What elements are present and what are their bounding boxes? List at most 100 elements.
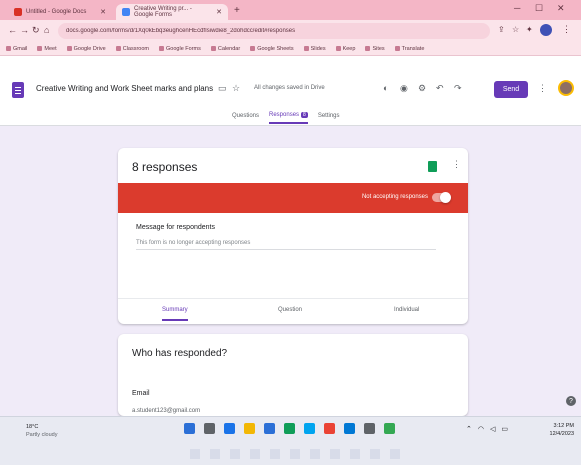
settings-gear-icon[interactable]: ⚙ — [418, 83, 426, 94]
taskbar-app-icon[interactable] — [364, 423, 375, 434]
palette-icon[interactable]: ◐ — [383, 83, 388, 93]
window-close-icon[interactable]: ✕ — [557, 3, 565, 14]
user-avatar[interactable] — [558, 80, 574, 96]
bookmark-item[interactable]: Google Drive — [67, 46, 106, 52]
tab-title: Creative Writing pr... - Google Forms — [134, 6, 192, 18]
weather-desc: Partly cloudy — [26, 432, 58, 438]
url-text: docs.google.com/forms/d/1Xq0kEbq3eughcen… — [66, 28, 296, 34]
tab-questions[interactable]: Questions — [232, 112, 259, 124]
close-tab-icon[interactable]: ✕ — [216, 8, 222, 16]
tab-responses-label: Responses — [269, 112, 300, 118]
kebab-menu-icon[interactable]: ⋮ — [562, 24, 571, 35]
respondent-email: a.student123@gmail.com — [132, 408, 201, 414]
profile-avatar[interactable] — [540, 24, 552, 36]
folder-icon[interactable]: ▭ — [218, 83, 227, 94]
taskbar-app-icon[interactable] — [304, 423, 315, 434]
clock-date: 12/4/2023 — [549, 431, 574, 437]
bookmark-item[interactable]: Meet — [37, 46, 56, 52]
screen-reflection — [190, 449, 410, 459]
address-bar[interactable]: docs.google.com/forms/d/1Xq0kEbq3eughcen… — [58, 23, 490, 39]
save-status: All changes saved in Drive — [254, 85, 325, 91]
windows-start-icon[interactable] — [184, 423, 195, 434]
bookmark-item[interactable]: Google Forms — [159, 46, 201, 52]
system-tray: ⌃ ◠ ◁ ▭ — [466, 425, 508, 433]
taskbar-app-icon[interactable] — [324, 423, 335, 434]
windows-taskbar: 18°C Partly cloudy ⌃ ◠ ◁ ▭ 3:12 PM 12/4/… — [0, 416, 581, 465]
chevron-up-icon[interactable]: ⌃ — [466, 425, 472, 433]
taskbar-apps — [184, 423, 395, 434]
tab-summary[interactable]: Summary — [162, 307, 188, 321]
more-vert-icon[interactable]: ⋮ — [538, 83, 547, 94]
bookmarks-bar: Gmail Meet Google Drive Classroom Google… — [0, 42, 581, 56]
toggle-knob — [440, 192, 451, 203]
bookmark-item[interactable]: Translate — [395, 46, 425, 52]
form-title[interactable]: Creative Writing and Work Sheet marks an… — [36, 84, 213, 93]
form-tabs: Questions Responses 8 Settings — [232, 112, 340, 124]
taskbar-app-icon[interactable] — [244, 423, 255, 434]
extensions-icon[interactable]: ✦ — [526, 25, 533, 34]
volume-icon[interactable]: ◁ — [490, 425, 495, 433]
send-button[interactable]: Send — [494, 81, 528, 98]
bookmark-item[interactable]: Gmail — [6, 46, 27, 52]
taskbar-clock[interactable]: 3:12 PM 12/4/2023 — [544, 422, 574, 438]
bookmark-item[interactable]: Calendar — [211, 46, 240, 52]
bookmark-item[interactable]: Slides — [304, 46, 326, 52]
browser-toolbar: ← → ↻ ⌂ docs.google.com/forms/d/1Xq0kEbq… — [0, 20, 581, 42]
lock-icon[interactable]: ⌂ — [44, 25, 49, 35]
docs-favicon-icon — [14, 8, 22, 16]
responses-card: 8 responses ⋮ Not accepting responses Me… — [118, 148, 468, 324]
bookmark-item[interactable]: Classroom — [116, 46, 149, 52]
bookmark-item[interactable]: Keep — [336, 46, 356, 52]
accepting-responses-bar: Not accepting responses — [118, 183, 468, 213]
taskbar-app-icon[interactable] — [204, 423, 215, 434]
who-responded-title: Who has responded? — [132, 348, 228, 359]
taskbar-app-icon[interactable] — [384, 423, 395, 434]
weather-temp: 18°C — [26, 424, 39, 430]
forward-icon[interactable]: → — [20, 25, 29, 35]
star-icon[interactable]: ☆ — [232, 83, 240, 94]
email-label: Email — [132, 390, 150, 397]
preview-eye-icon[interactable]: ◉ — [400, 83, 408, 94]
sheets-icon[interactable] — [428, 161, 437, 172]
reload-icon[interactable]: ↻ — [32, 25, 40, 36]
help-icon[interactable]: ? — [566, 396, 576, 406]
undo-icon[interactable]: ↶ — [436, 83, 444, 94]
tab-responses[interactable]: Responses 8 — [269, 112, 308, 124]
tab-settings[interactable]: Settings — [318, 112, 340, 124]
back-icon[interactable]: ← — [8, 25, 17, 35]
weather-widget[interactable]: 18°C Partly cloudy — [26, 423, 76, 439]
tab-question[interactable]: Question — [278, 307, 302, 313]
message-for-respondents-title: Message for respondents — [136, 224, 215, 231]
taskbar-app-icon[interactable] — [264, 423, 275, 434]
close-tab-icon[interactable]: ✕ — [100, 8, 106, 16]
browser-tab-strip: Untitled - Google Docs ✕ Creative Writin… — [0, 0, 581, 20]
forms-logo-icon[interactable] — [12, 82, 24, 98]
forms-favicon-icon — [122, 8, 130, 16]
responses-count: 8 responses — [132, 160, 198, 174]
taskbar-app-icon[interactable] — [224, 423, 235, 434]
accepting-responses-toggle[interactable] — [432, 192, 451, 203]
battery-icon[interactable]: ▭ — [501, 425, 508, 433]
bookmark-star-icon[interactable]: ☆ — [512, 25, 519, 34]
wifi-icon[interactable]: ◠ — [478, 425, 484, 433]
who-responded-card: Who has responded? Email a.student123@gm… — [118, 334, 468, 416]
window-minimize-icon[interactable]: ─ — [514, 3, 520, 13]
window-maximize-icon[interactable]: ☐ — [535, 3, 543, 14]
browser-tab-docs[interactable]: Untitled - Google Docs ✕ — [8, 4, 112, 20]
accepting-responses-label: Not accepting responses — [361, 194, 428, 200]
new-tab-button[interactable]: + — [234, 5, 240, 16]
tab-title: Untitled - Google Docs — [26, 9, 87, 15]
response-view-tabs: Summary Question Individual — [118, 298, 468, 324]
bookmark-item[interactable]: Google Sheets — [250, 46, 293, 52]
redo-icon[interactable]: ↷ — [454, 83, 462, 94]
clock-time: 3:12 PM — [553, 423, 574, 429]
more-vert-icon[interactable]: ⋮ — [452, 159, 461, 170]
taskbar-app-icon[interactable] — [344, 423, 355, 434]
taskbar-app-icon[interactable] — [284, 423, 295, 434]
message-for-respondents-input[interactable]: This form is no longer accepting respons… — [136, 240, 436, 250]
bookmark-item[interactable]: Sites — [365, 46, 384, 52]
share-icon[interactable]: ⇪ — [498, 25, 505, 34]
responses-count-badge: 8 — [301, 112, 308, 118]
browser-tab-forms[interactable]: Creative Writing pr... - Google Forms ✕ — [116, 4, 228, 20]
tab-individual[interactable]: Individual — [394, 307, 419, 313]
